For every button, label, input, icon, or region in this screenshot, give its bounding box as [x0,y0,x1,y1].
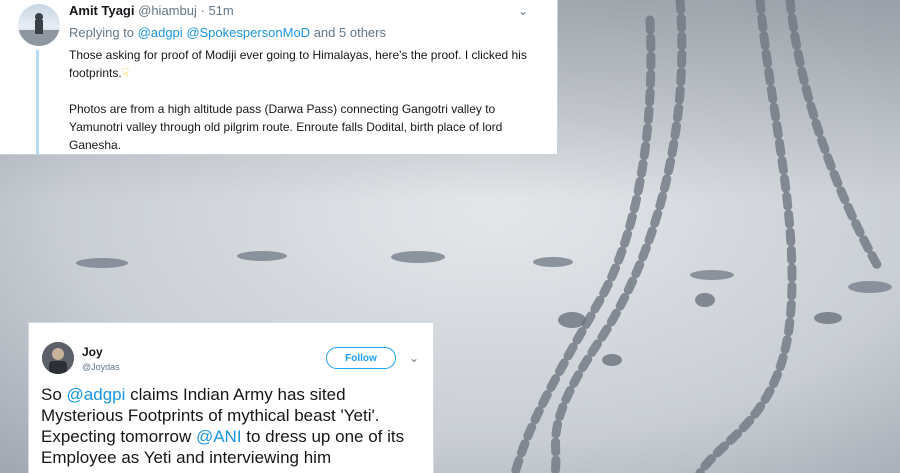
separator: · [200,3,205,18]
tweet-text: Those asking for proof of Modiji ever go… [69,46,547,154]
thread-line [36,50,39,155]
avatar[interactable] [18,4,60,46]
mention-link[interactable]: @adgpi [138,25,183,40]
mention-link[interactable]: @adgpi [67,385,126,404]
author-handle[interactable]: @Joydas [82,362,120,372]
follow-button[interactable]: Follow [326,347,396,369]
tweet-text-paragraph: Photos are from a high altitude pass (Da… [69,102,503,152]
tweet-text: So @adgpi claims Indian Army has sited M… [41,384,429,468]
tweet-text-paragraph: Those asking for proof of Modiji ever go… [69,48,527,80]
chevron-down-icon[interactable]: ⌄ [409,351,419,365]
replying-suffix[interactable]: and 5 others [314,25,386,40]
chevron-down-icon[interactable]: ⌄ [518,4,528,18]
timestamp[interactable]: 51m [208,3,233,18]
pointing-down-hand-icon: ☟ [121,66,130,80]
tweet-text-segment: So [41,385,67,404]
mention-link[interactable]: @SpokespersonMoD [186,25,310,40]
replying-to: Replying to @adgpi @SpokespersonMoD and … [69,25,386,40]
author-name[interactable]: Amit Tyagi [69,3,135,18]
tweet-card-joy: Joy @Joydas Follow ⌄ So @adgpi claims In… [28,322,434,473]
author-handle[interactable]: @hiambuj [138,3,197,18]
mention-link[interactable]: @ANI [196,427,242,446]
author-name[interactable]: Joy [82,345,103,359]
avatar[interactable] [42,342,74,374]
replying-prefix: Replying to [69,25,135,40]
tweet-header: Amit Tyagi @hiambuj · 51m [69,3,234,18]
tweet-card-amit-tyagi: Amit Tyagi @hiambuj · 51m ⌄ Replying to … [0,0,558,155]
